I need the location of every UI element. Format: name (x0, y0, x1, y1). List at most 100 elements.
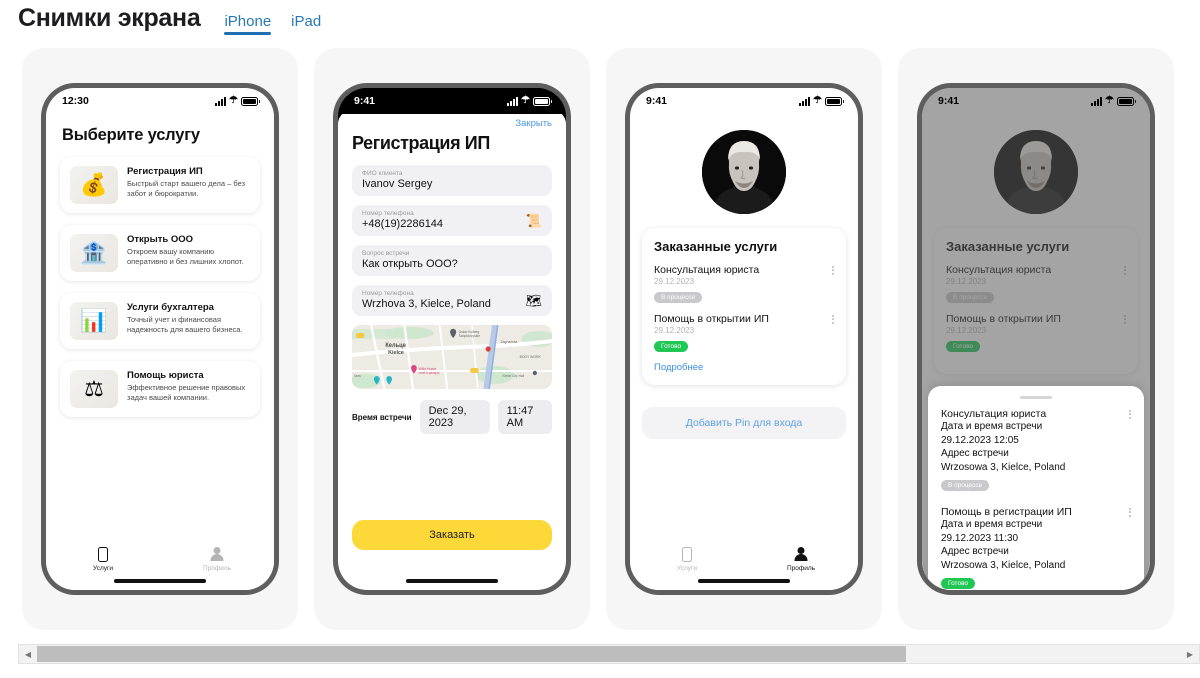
sheet-drag-handle[interactable] (1020, 396, 1052, 399)
battery-icon (241, 96, 260, 106)
order-detail-item[interactable]: Помощь в регистрации ИП Дата и время вст… (941, 506, 1131, 590)
wifi-icon: ☂ (521, 95, 530, 106)
orders-heading: Заказанные услуги (946, 239, 1070, 254)
status-badge: Готово (654, 341, 689, 352)
order-name: Помощь в открытии ИП (946, 313, 1061, 325)
contacts-icon[interactable]: 📜 (526, 214, 542, 227)
meeting-time-label: Время встречи (352, 412, 412, 422)
avatar[interactable] (702, 130, 786, 214)
service-card-lawyer[interactable]: ⚖ Помощь юриста Эффективное решение прав… (60, 361, 260, 417)
screenshot-card-order-details[interactable]: 9:41 ☂ Заказанные услуги Консультация юр… (898, 48, 1174, 630)
screenshot-card-registration[interactable]: 9:41 ☂ Закрыть Регистрация ИП ФИО клиент… (314, 48, 590, 630)
phone-screen-services: 12:30 ☂ Выберите услугу 💰 Регистрация ИП… (46, 88, 274, 590)
field-value: Как открыть ООО? (362, 258, 458, 270)
phone-frame: 9:41 ☂ Заказанные услуги Консультация юр… (625, 83, 863, 595)
detail-address-value: Wrzosowa 3, Kielce, Poland (941, 559, 1066, 571)
detail-order-name: Помощь в регистрации ИП (941, 506, 1072, 518)
screenshot-card-services[interactable]: 12:30 ☂ Выберите услугу 💰 Регистрация ИП… (22, 48, 298, 630)
kebab-menu-icon[interactable] (832, 264, 834, 276)
avatar (994, 130, 1078, 214)
wifi-icon: ☂ (813, 95, 822, 106)
order-item[interactable]: Консультация юриста 29.12.2023 В процесс… (654, 264, 834, 304)
map-preview[interactable]: Кельце Kielce Oskar Kolberg Świętokrzysk… (352, 325, 552, 389)
scroll-right-arrow-icon[interactable]: ▶ (1181, 650, 1199, 659)
field-phone[interactable]: Номер телефона +48(19)2286144 📜 (352, 205, 552, 236)
horizontal-scrollbar[interactable]: ◀ ▶ (18, 644, 1200, 664)
services-heading: Выберите услугу (62, 126, 200, 144)
add-pin-button[interactable]: Добавить Pin для входа (642, 407, 846, 439)
order-detail-item[interactable]: Консультация юриста Дата и время встречи… (941, 408, 1131, 492)
tab-services[interactable]: Услуги (630, 547, 744, 572)
time-picker[interactable]: 11:47 AM (497, 400, 552, 434)
phone-icon (682, 547, 692, 562)
phone-screen-registration: 9:41 ☂ Закрыть Регистрация ИП ФИО клиент… (338, 88, 566, 590)
meeting-time-row: Время встречи Dec 29, 2023 11:47 AM (352, 400, 552, 434)
tab-profile[interactable]: Профиль (744, 547, 858, 572)
map-icon[interactable]: 🗺 (525, 294, 542, 307)
service-card-accountant[interactable]: 📊 Услуги бухгалтера Точный учет и финанс… (60, 293, 260, 349)
date-picker[interactable]: Dec 29, 2023 (419, 400, 490, 434)
page-header: Снимки экрана iPhone iPad (0, 0, 1200, 44)
avatar-portrait (994, 130, 1078, 214)
phone-screen-order-details: 9:41 ☂ Заказанные услуги Консультация юр… (922, 88, 1150, 590)
details-link[interactable]: Подробнее (654, 362, 834, 373)
kebab-menu-icon[interactable] (1129, 506, 1131, 518)
scrollbar-thumb[interactable] (37, 646, 907, 662)
svg-text:Sens: Sens (354, 374, 361, 378)
tab-iphone[interactable]: iPhone (224, 13, 271, 35)
tab-profile[interactable]: Профиль (160, 547, 274, 572)
tab-bar: Услуги Профиль (46, 547, 274, 572)
order-date: 29.12.2023 (654, 277, 695, 286)
close-button[interactable]: Закрыть (352, 118, 552, 129)
service-name: Регистрация ИП (127, 166, 203, 177)
header-tabs: iPhone iPad (224, 13, 321, 35)
kebab-menu-icon[interactable] (832, 313, 834, 325)
service-card-ip[interactable]: 💰 Регистрация ИП Быстрый старт вашего де… (60, 157, 260, 213)
field-label: Номер телефона (362, 210, 414, 217)
status-badge: Готово (946, 341, 981, 352)
svg-text:Kielce: Kielce (388, 350, 404, 356)
kebab-menu-icon (1124, 313, 1126, 325)
tab-label: Профиль (202, 565, 232, 572)
svg-text:hotel & pensjon: hotel & pensjon (419, 371, 440, 375)
screenshot-card-profile[interactable]: 9:41 ☂ Заказанные услуги Консультация юр… (606, 48, 882, 630)
scroll-left-arrow-icon[interactable]: ◀ (19, 650, 37, 659)
service-desc: Откроем вашу компанию оперативно и без л… (127, 247, 244, 267)
tab-ipad[interactable]: iPad (291, 13, 321, 35)
order-date: 29.12.2023 (654, 326, 695, 335)
status-badge: В процессе (654, 292, 703, 303)
svg-text:Zagnańska: Zagnańska (501, 340, 518, 344)
user-icon (210, 547, 224, 562)
home-indicator (698, 579, 790, 583)
registration-heading: Регистрация ИП (352, 133, 490, 153)
kebab-menu-icon[interactable] (1129, 408, 1131, 420)
service-name: Помощь юриста (127, 370, 204, 381)
battery-icon (1117, 96, 1136, 106)
svg-text:BODY WORK: BODY WORK (520, 355, 542, 359)
home-indicator (114, 579, 206, 583)
order-date: 29.12.2023 (946, 326, 987, 335)
status-icons: ☂ (215, 96, 260, 106)
status-badge: Готово (941, 578, 976, 589)
order-item: Консультация юриста 29.12.2023 В процесс… (946, 264, 1126, 304)
service-card-ooo[interactable]: 🏦 Открыть ООО Откроем вашу компанию опер… (60, 225, 260, 281)
status-bar: 9:41 ☂ (630, 88, 858, 114)
status-bar: 9:41 ☂ (338, 88, 566, 114)
orders-card: Заказанные услуги Консультация юриста 29… (934, 228, 1138, 374)
gold-scales-icon: ⚖ (70, 370, 118, 408)
detail-address-value: Wrzosowa 3, Kielce, Poland (941, 461, 1066, 473)
submit-order-button[interactable]: Заказать (352, 520, 552, 550)
tab-services[interactable]: Услуги (46, 547, 160, 572)
kebab-menu-icon (1124, 264, 1126, 276)
field-client-name[interactable]: ФИО клиента Ivanov Sergey (352, 165, 552, 196)
service-desc: Быстрый старт вашего дела – без забот и … (127, 179, 246, 199)
field-question[interactable]: Вопрос встречи Как открыть ООО? (352, 245, 552, 276)
status-bar: 12:30 ☂ (46, 88, 274, 114)
order-item[interactable]: Помощь в открытии ИП 29.12.2023 Готово (654, 313, 834, 353)
order-name: Помощь в открытии ИП (654, 313, 769, 325)
tab-label: Услуги (677, 565, 697, 572)
status-badge: В процессе (941, 480, 990, 491)
profile-screen-body: Заказанные услуги Консультация юриста 29… (630, 130, 858, 590)
svg-text:Świętokrzyskie: Świętokrzyskie (459, 333, 481, 338)
field-address[interactable]: Номер телефона Wrzhova 3, Kielce, Poland… (352, 285, 552, 316)
